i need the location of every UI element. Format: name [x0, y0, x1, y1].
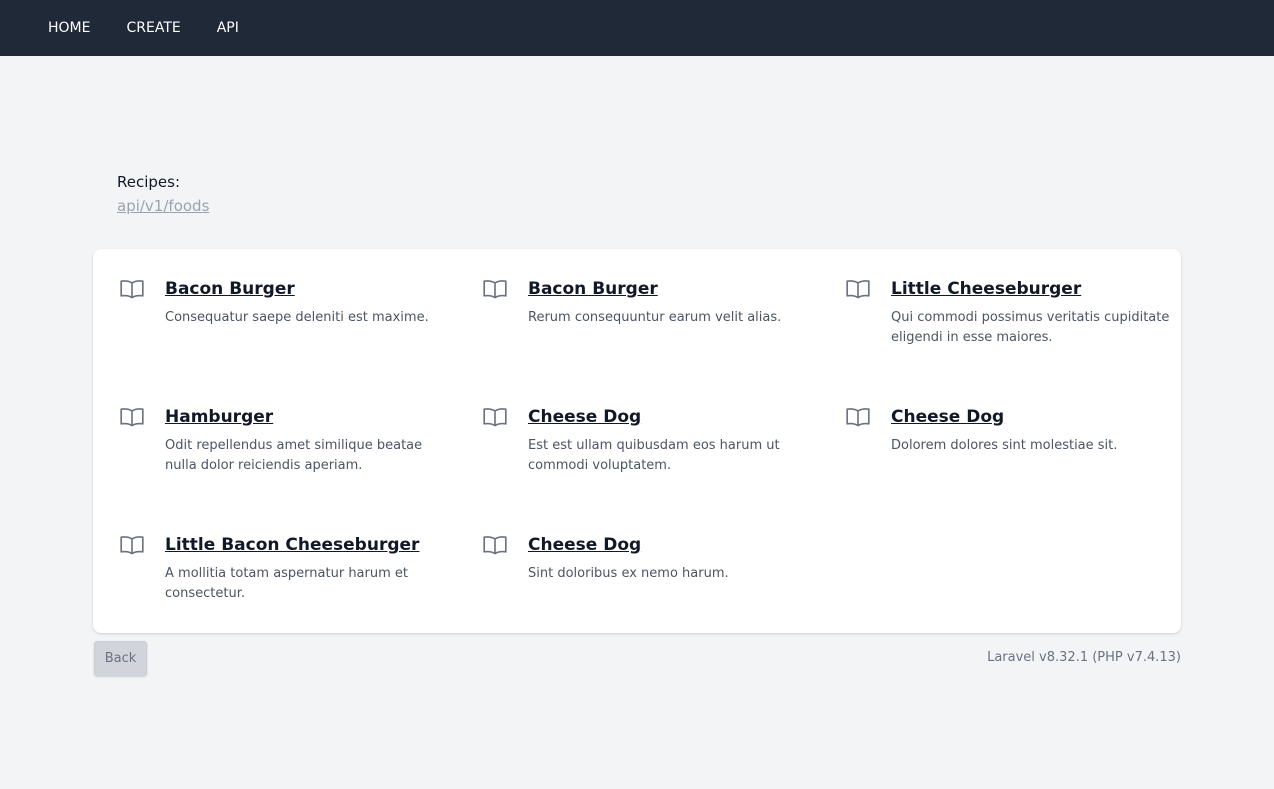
- recipe-description: Qui commodi possimus veritatis cupiditat…: [891, 310, 1170, 345]
- book-open-icon: [117, 404, 149, 432]
- recipe-title-link[interactable]: Cheese Dog: [528, 403, 641, 431]
- recipe-item: Hamburger Odit repellendus amet similique…: [93, 403, 456, 531]
- recipe-title-link[interactable]: Bacon Burger: [165, 275, 295, 303]
- recipe-item: Little Cheeseburger Qui commodi possimus …: [819, 275, 1181, 403]
- book-open-icon: [843, 276, 875, 304]
- recipe-description: Consequatur saepe deleniti est maxime.: [165, 310, 429, 325]
- recipe-item: Cheese Dog Dolorem dolores sint molestiae…: [819, 403, 1181, 531]
- book-open-icon: [117, 532, 149, 560]
- nav-home-link[interactable]: HOME: [30, 0, 108, 56]
- nav-create-link[interactable]: CREATE: [108, 0, 198, 56]
- recipe-description: Dolorem dolores sint molestiae sit.: [891, 438, 1118, 453]
- recipe-item: Cheese Dog Sint doloribus ex nemo harum.: [456, 531, 819, 659]
- recipe-description: Rerum consequuntur earum velit alias.: [528, 310, 782, 325]
- book-open-icon: [480, 532, 512, 560]
- recipe-description: Est est ullam quibusdam eos harum ut com…: [528, 438, 780, 473]
- api-foods-link[interactable]: api/v1/foods: [117, 196, 209, 216]
- recipes-header: Recipes: api/v1/foods: [117, 172, 209, 216]
- recipes-label: Recipes:: [117, 173, 181, 191]
- book-open-icon: [480, 276, 512, 304]
- recipe-item: Cheese Dog Est est ullam quibusdam eos ha…: [456, 403, 819, 531]
- recipe-text: Bacon Burger Rerum consequuntur earum vel…: [528, 275, 818, 403]
- book-open-icon: [480, 404, 512, 432]
- recipe-item: Bacon Burger Rerum consequuntur earum vel…: [456, 275, 819, 403]
- recipe-description: A mollitia totam aspernatur harum et con…: [165, 566, 409, 601]
- recipe-text: Little Bacon Cheeseburger A mollitia tota…: [165, 531, 455, 659]
- recipe-title-link[interactable]: Hamburger: [165, 403, 273, 431]
- recipe-title-link[interactable]: Cheese Dog: [891, 403, 1004, 431]
- recipe-text: Little Cheeseburger Qui commodi possimus …: [891, 275, 1181, 403]
- recipe-title-link[interactable]: Little Bacon Cheeseburger: [165, 531, 419, 559]
- recipe-item: Bacon Burger Consequatur saepe deleniti e…: [93, 275, 456, 403]
- recipes-grid: Bacon Burger Consequatur saepe deleniti e…: [93, 249, 1181, 659]
- recipe-text: Hamburger Odit repellendus amet similique…: [165, 403, 455, 531]
- recipe-description: Odit repellendus amet similique beatae n…: [165, 438, 423, 473]
- recipes-card: Bacon Burger Consequatur saepe deleniti e…: [93, 249, 1181, 633]
- recipe-text: Cheese Dog Sint doloribus ex nemo harum.: [528, 531, 818, 659]
- book-open-icon: [117, 276, 149, 304]
- recipe-description: Sint doloribus ex nemo harum.: [528, 566, 729, 581]
- recipe-title-link[interactable]: Cheese Dog: [528, 531, 641, 559]
- back-button[interactable]: Back: [94, 641, 147, 676]
- recipe-title-link[interactable]: Bacon Burger: [528, 275, 658, 303]
- version-text: Laravel v8.32.1 (PHP v7.4.13): [987, 650, 1181, 665]
- nav-api-link[interactable]: API: [199, 0, 257, 56]
- recipe-title-link[interactable]: Little Cheeseburger: [891, 275, 1081, 303]
- recipe-text: Bacon Burger Consequatur saepe deleniti e…: [165, 275, 455, 403]
- recipe-text: Cheese Dog Est est ullam quibusdam eos ha…: [528, 403, 818, 531]
- book-open-icon: [843, 404, 875, 432]
- recipe-text: Cheese Dog Dolorem dolores sint molestiae…: [891, 403, 1181, 531]
- top-nav: HOME CREATE API: [0, 0, 1274, 56]
- recipe-item: Little Bacon Cheeseburger A mollitia tota…: [93, 531, 456, 659]
